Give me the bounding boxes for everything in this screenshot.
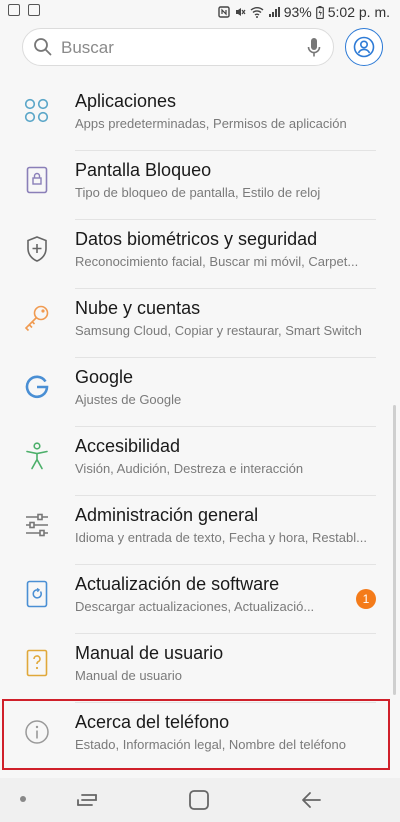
wifi-icon xyxy=(250,7,264,18)
software-update-icon xyxy=(22,579,52,609)
item-title: Aplicaciones xyxy=(75,91,177,111)
battery-percent: 93% xyxy=(283,4,312,20)
dock-indicator-dot[interactable] xyxy=(20,796,26,802)
update-count-badge: 1 xyxy=(356,589,376,609)
accessibility-icon xyxy=(22,441,52,471)
search-input[interactable] xyxy=(59,35,303,61)
settings-item-accesibilidad[interactable]: Accesibilidad Visión, Audición, Destreza… xyxy=(0,427,400,496)
search-icon xyxy=(34,38,52,56)
google-icon xyxy=(22,372,52,402)
checkbox-notification-icon xyxy=(28,4,40,16)
item-title: Google xyxy=(75,367,134,387)
highlight-box xyxy=(2,699,390,770)
manual-icon xyxy=(22,648,52,678)
clock: 5:02 p. m. xyxy=(327,4,390,20)
signal-icon xyxy=(268,7,280,17)
item-subtitle: Descargar actualizaciones, Actualizació.… xyxy=(75,599,315,614)
mute-icon xyxy=(235,8,246,16)
gallery-notification-icon xyxy=(8,4,20,16)
item-title: Pantalla Bloqueo xyxy=(75,160,212,180)
profile-icon xyxy=(353,36,375,58)
back-icon[interactable] xyxy=(300,789,322,811)
lock-screen-icon xyxy=(22,165,52,195)
key-icon xyxy=(22,303,52,333)
item-subtitle: Reconocimiento facial, Buscar mi móvil, … xyxy=(75,254,359,269)
nfc-icon xyxy=(218,6,230,18)
settings-list: Aplicaciones Apps predeterminadas, Permi… xyxy=(0,82,400,772)
item-subtitle: Idioma y entrada de texto, Fecha y hora,… xyxy=(75,530,367,545)
recents-icon[interactable] xyxy=(76,790,98,810)
settings-item-administracion-general[interactable]: Administración general Idioma y entrada … xyxy=(0,496,400,565)
item-subtitle: Tipo de bloqueo de pantalla, Estilo de r… xyxy=(75,185,321,200)
status-bar: 93% 5:02 p. m. xyxy=(0,0,400,24)
settings-item-manual-usuario[interactable]: Manual de usuario Manual de usuario xyxy=(0,634,400,703)
item-subtitle: Manual de usuario xyxy=(75,668,182,683)
microphone-icon[interactable] xyxy=(307,37,321,59)
settings-item-nube-cuentas[interactable]: Nube y cuentas Samsung Cloud, Copiar y r… xyxy=(0,289,400,358)
settings-item-aplicaciones[interactable]: Aplicaciones Apps predeterminadas, Permi… xyxy=(0,82,400,151)
item-subtitle: Apps predeterminadas, Permisos de aplica… xyxy=(75,116,347,131)
profile-button[interactable] xyxy=(345,28,383,66)
sliders-icon xyxy=(22,510,52,540)
battery-icon xyxy=(315,5,324,19)
item-title: Nube y cuentas xyxy=(75,298,201,318)
item-subtitle: Samsung Cloud, Copiar y restaurar, Smart… xyxy=(75,323,362,338)
scrollbar[interactable] xyxy=(393,405,396,695)
home-icon[interactable] xyxy=(188,789,210,811)
settings-item-biometricos-seguridad[interactable]: Datos biométricos y seguridad Reconocimi… xyxy=(0,220,400,289)
navigation-bar xyxy=(0,778,400,822)
item-subtitle: Visión, Audición, Destreza e interacción xyxy=(75,461,304,476)
settings-item-google[interactable]: Google Ajustes de Google xyxy=(0,358,400,427)
apps-icon xyxy=(22,96,52,126)
shield-icon xyxy=(22,234,52,264)
item-title: Actualización de software xyxy=(75,574,280,594)
item-title: Accesibilidad xyxy=(75,436,181,456)
item-title: Manual de usuario xyxy=(75,643,224,663)
settings-item-actualizacion-software[interactable]: Actualización de software Descargar actu… xyxy=(0,565,400,634)
item-title: Datos biométricos y seguridad xyxy=(75,229,318,249)
settings-item-pantalla-bloqueo[interactable]: Pantalla Bloqueo Tipo de bloqueo de pant… xyxy=(0,151,400,220)
search-bar[interactable] xyxy=(22,28,334,66)
item-subtitle: Ajustes de Google xyxy=(75,392,182,407)
item-title: Administración general xyxy=(75,505,259,525)
